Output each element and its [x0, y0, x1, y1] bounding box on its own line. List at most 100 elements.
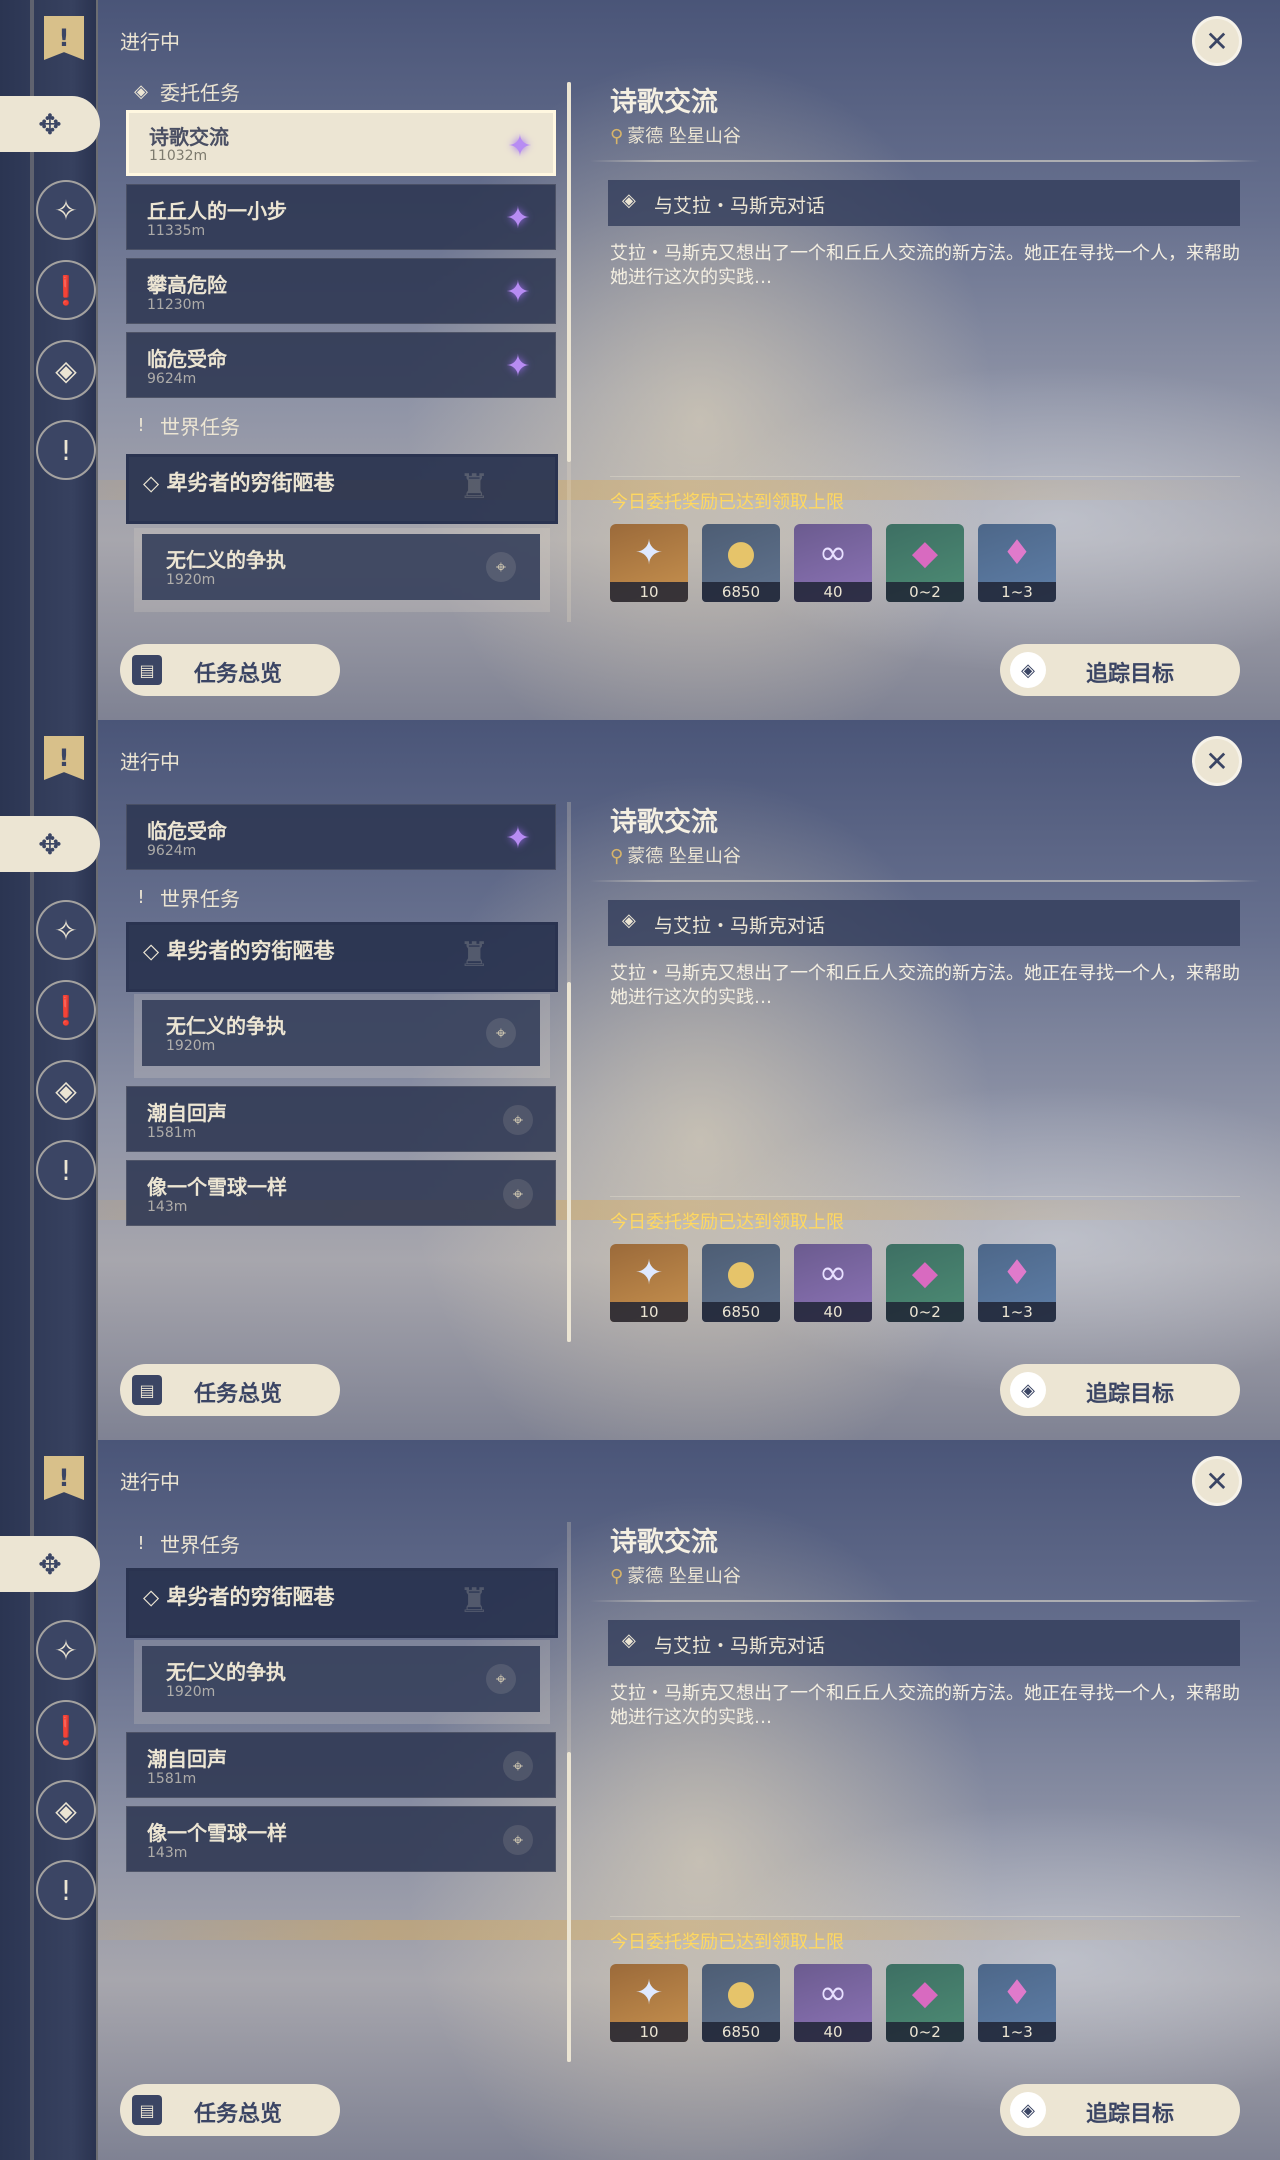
group-diamond-icon: ◇ [143, 471, 167, 495]
reward-amount: 6850 [702, 582, 780, 602]
scrollbar-thumb[interactable] [567, 82, 571, 462]
archon-filter-icon[interactable]: ✧ [36, 1620, 96, 1680]
reward-item[interactable]: ◆ 0~2 [886, 1964, 964, 2042]
reward-item[interactable]: ● 6850 [702, 1964, 780, 2042]
quest-item[interactable]: 像一个雪球一样 143m ⌖ [126, 1806, 556, 1872]
quest-banner-icon[interactable]: ! [44, 16, 84, 60]
world-quest-group[interactable]: ◇ 卑劣者的穷街陋巷 ♜ [126, 1568, 558, 1638]
quest-banner-icon[interactable]: ! [44, 736, 84, 780]
quest-item[interactable]: 潮自回声 1581m ⌖ [126, 1086, 556, 1152]
world-category-icon: ! [137, 414, 145, 436]
reward-item[interactable]: ◆ 0~2 [886, 524, 964, 602]
quest-list-scrollbar[interactable] [567, 1522, 571, 2062]
quest-banner-icon[interactable]: ! [44, 1456, 84, 1500]
location-pin-icon: ⌖ [503, 1825, 533, 1855]
divider [590, 880, 1260, 882]
reward-item[interactable]: ∞ 40 [794, 1964, 872, 2042]
quest-list-scrollbar[interactable] [567, 802, 571, 1342]
location-pin-icon: ⌖ [503, 1179, 533, 1209]
quest-list: ! 世界任务 ◇ 卑劣者的穷街陋巷 ♜ 无仁义的争执 1920m ⌖ 潮自回声 1… [120, 1516, 570, 2060]
objective-text: 与艾拉・马斯克对话 [654, 915, 826, 937]
subquest-item[interactable]: 无仁义的争执 1920m ⌖ [142, 534, 540, 600]
reward-item[interactable]: ∞ 40 [794, 524, 872, 602]
category-world: ! 世界任务 [132, 410, 240, 440]
quest-type-rail: ! ✥ ✧ ❗ ◈ ! [0, 720, 100, 1440]
subquest-item[interactable]: 无仁义的争执 1920m ⌖ [142, 1646, 540, 1712]
quest-list: 临危受命 9624m ✦ ! 世界任务 ◇ 卑劣者的穷街陋巷 ♜ 无仁义的争执 1… [120, 796, 570, 1340]
reward-item[interactable]: ✦ 10 [610, 1244, 688, 1322]
quest-item[interactable]: 潮自回声 1581m ⌖ [126, 1732, 556, 1798]
daily-filter-icon[interactable]: ◈ [36, 1060, 96, 1120]
story-filter-icon[interactable]: ❗ [36, 260, 96, 320]
quest-list-scrollbar[interactable] [567, 82, 571, 622]
reward-item[interactable]: ♦ 1~3 [978, 1964, 1056, 2042]
archon-filter-icon[interactable]: ✧ [36, 900, 96, 960]
quest-name: 诗歌交流 [149, 125, 229, 149]
close-icon[interactable]: ✕ [1192, 16, 1242, 66]
daily-filter-icon[interactable]: ◈ [36, 1780, 96, 1840]
daily-filter-icon[interactable]: ◈ [36, 340, 96, 400]
subquest-wrapper: 无仁义的争执 1920m ⌖ [134, 528, 550, 612]
crystal-cluster-icon: ♦ [1001, 1253, 1033, 1293]
archon-filter-icon[interactable]: ✧ [36, 180, 96, 240]
quest-item[interactable]: 像一个雪球一样 143m ⌖ [126, 1160, 556, 1226]
reward-item[interactable]: ● 6850 [702, 524, 780, 602]
quest-overview-button[interactable]: ▤ 任务总览 [120, 644, 340, 696]
track-objective-button[interactable]: ◈ 追踪目标 [1000, 644, 1240, 696]
track-objective-button[interactable]: ◈ 追踪目标 [1000, 1364, 1240, 1416]
objective-diamond-icon: ◈ [622, 1630, 636, 1651]
close-icon[interactable]: ✕ [1192, 1456, 1242, 1506]
scrollbar-thumb[interactable] [567, 982, 571, 1342]
book-icon: ▤ [132, 655, 162, 685]
reward-item[interactable]: ♦ 1~3 [978, 524, 1056, 602]
track-objective-button[interactable]: ◈ 追踪目标 [1000, 2084, 1240, 2136]
reward-item[interactable]: ✦ 10 [610, 1964, 688, 2042]
reward-amount: 6850 [702, 2022, 780, 2042]
category-label: 世界任务 [160, 1532, 240, 1557]
quest-item[interactable]: 丘丘人的一小步 11335m ✦ [126, 184, 556, 250]
commission-filter-icon[interactable]: ✥ [0, 1536, 100, 1592]
location-pin-icon: ⌖ [486, 1018, 516, 1048]
story-filter-icon[interactable]: ❗ [36, 980, 96, 1040]
quest-overview-button[interactable]: ▤ 任务总览 [120, 1364, 340, 1416]
reward-amount: 40 [794, 1302, 872, 1322]
world-quest-group[interactable]: ◇ 卑劣者的穷街陋巷 ♜ [126, 454, 558, 524]
map-pin-icon: ⚲ [610, 1566, 624, 1587]
quest-overview-button[interactable]: ▤ 任务总览 [120, 2084, 340, 2136]
quest-location: ⚲ 蒙德 坠星山谷 [610, 842, 741, 868]
commission-filter-icon[interactable]: ✥ [0, 96, 100, 152]
quest-panel-2: ! ✥ ✧ ❗ ◈ ! 进行中 ✕ 临危受命 9624m ✦ ! 世界任务 ◇ 卑… [0, 720, 1280, 1440]
reward-amount: 6850 [702, 1302, 780, 1322]
quest-title: 诗歌交流 [610, 807, 718, 838]
quest-item[interactable]: 临危受命 9624m ✦ [126, 332, 556, 398]
quest-description: 艾拉・马斯克又想出了一个和丘丘人交流的新方法。她正在寻找一个人，来帮助她进行这次… [610, 243, 1240, 288]
category-label: 世界任务 [160, 414, 240, 439]
quest-item[interactable]: 临危受命 9624m ✦ [126, 804, 556, 870]
reward-item[interactable]: ♦ 1~3 [978, 1244, 1056, 1322]
scrollbar-thumb[interactable] [567, 1752, 571, 2062]
reward-item[interactable]: ∞ 40 [794, 1244, 872, 1322]
world-filter-icon[interactable]: ! [36, 1140, 96, 1200]
group-name-text: 卑劣者的穷街陋巷 [166, 471, 335, 495]
subquest-name: 无仁义的争执 [166, 548, 286, 572]
status-label: 进行中 [120, 1470, 180, 1494]
group-name-text: 卑劣者的穷街陋巷 [166, 1585, 335, 1609]
world-filter-icon[interactable]: ! [36, 1860, 96, 1920]
world-filter-icon[interactable]: ! [36, 420, 96, 480]
crystal-cluster-icon: ♦ [1001, 1973, 1033, 2013]
commission-star-icon: ✦ [505, 348, 531, 384]
quest-list: ◈ 委托任务 诗歌交流 11032m ✦ 丘丘人的一小步 11335m ✦ 攀高危… [120, 76, 570, 620]
close-icon[interactable]: ✕ [1192, 736, 1242, 786]
quest-item[interactable]: 攀高危险 11230m ✦ [126, 258, 556, 324]
story-filter-icon[interactable]: ❗ [36, 1700, 96, 1760]
reward-item[interactable]: ◆ 0~2 [886, 1244, 964, 1322]
reward-item[interactable]: ● 6850 [702, 1244, 780, 1322]
commission-filter-icon[interactable]: ✥ [0, 816, 100, 872]
reward-amount: 0~2 [886, 2022, 964, 2042]
reward-item[interactable]: ✦ 10 [610, 524, 688, 602]
quest-name: 像一个雪球一样 [147, 1175, 287, 1199]
subquest-item[interactable]: 无仁义的争执 1920m ⌖ [142, 1000, 540, 1066]
world-quest-group[interactable]: ◇ 卑劣者的穷街陋巷 ♜ [126, 922, 558, 992]
quest-objective: ◈ 与艾拉・马斯克对话 [608, 1620, 1240, 1666]
quest-item-selected[interactable]: 诗歌交流 11032m ✦ [126, 110, 556, 176]
